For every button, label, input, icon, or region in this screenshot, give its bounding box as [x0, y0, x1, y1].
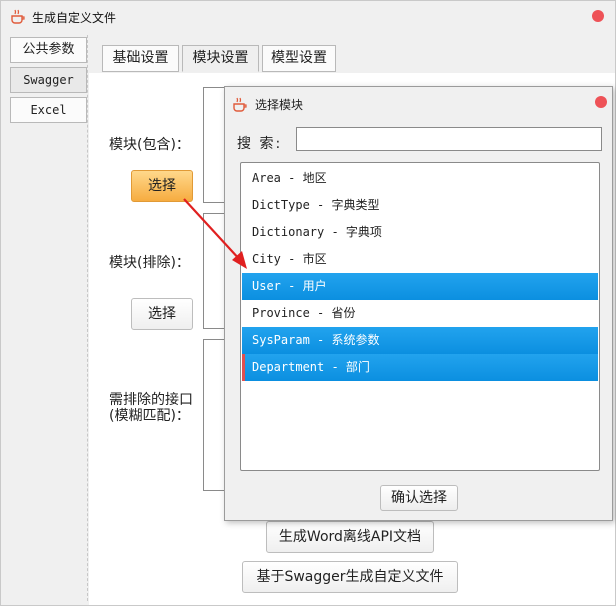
module-item-sysparam[interactable]: SysParam - 系统参数 [242, 327, 598, 354]
module-item-dicttype[interactable]: DictType - 字典类型 [242, 192, 598, 219]
tab-basic-settings[interactable]: 基础设置 [102, 45, 179, 72]
include-select-button[interactable]: 选择 [131, 170, 193, 202]
confirm-selection-button[interactable]: 确认选择 [380, 485, 458, 511]
tab-model-settings[interactable]: 模型设置 [262, 45, 336, 72]
generate-custom-file-button[interactable]: 基于Swagger生成自定义文件 [242, 561, 458, 593]
search-input[interactable] [296, 127, 602, 151]
nav-item-swagger[interactable]: Swagger [10, 67, 87, 93]
nav-item-excel[interactable]: Excel [10, 97, 87, 123]
include-modules-label: 模块(包含)： [109, 137, 190, 153]
module-item-department[interactable]: Department - 部门 [242, 354, 598, 381]
window-title: 生成自定义文件 [32, 11, 117, 25]
module-item-province[interactable]: Province - 省份 [242, 300, 598, 327]
fuzzy-match-label: (模糊匹配)： [109, 408, 190, 424]
module-item-area[interactable]: Area - 地区 [242, 165, 598, 192]
module-item-user[interactable]: User - 用户 [242, 273, 598, 300]
dialog-close-button[interactable] [595, 96, 607, 108]
module-item-dictionary[interactable]: Dictionary - 字典项 [242, 219, 598, 246]
nav-item-common-params[interactable]: 公共参数 [10, 37, 87, 63]
main-window: 生成自定义文件 公共参数 Swagger Excel 基础设置 模块设置 模型设… [0, 0, 616, 606]
title-bar: 生成自定义文件 [1, 1, 615, 33]
module-item-city[interactable]: City - 市区 [242, 246, 598, 273]
coffee-cup-icon [11, 9, 25, 24]
module-list[interactable]: Area - 地区 DictType - 字典类型 Dictionary - 字… [240, 162, 600, 471]
exclude-modules-label: 模块(排除)： [109, 255, 190, 271]
tab-module-settings[interactable]: 模块设置 [182, 45, 259, 72]
dialog-title: 选择模块 [255, 98, 304, 112]
search-label: 搜 索: [237, 136, 283, 152]
select-module-dialog: 选择模块 搜 索: Area - 地区 DictType - 字典类型 Dict… [224, 86, 613, 521]
generate-word-doc-button[interactable]: 生成Word离线API文档 [266, 521, 434, 553]
close-button[interactable] [592, 10, 604, 22]
exclude-select-button[interactable]: 选择 [131, 298, 193, 330]
coffee-cup-icon [233, 97, 247, 112]
nav-divider [87, 35, 88, 601]
